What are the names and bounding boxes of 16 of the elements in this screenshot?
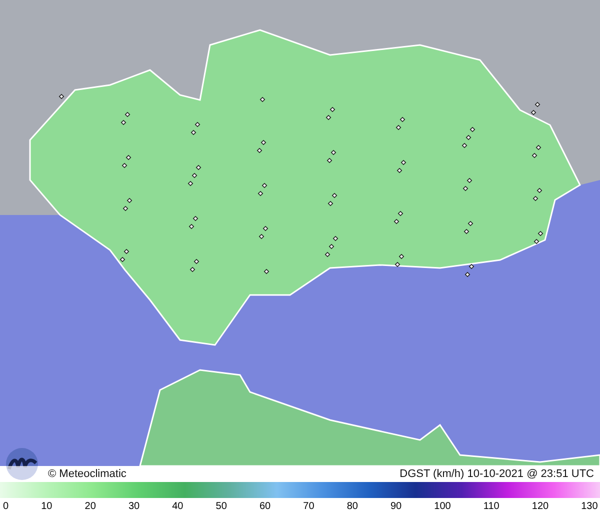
scale-label: 50 <box>216 501 227 512</box>
scale-label: 10 <box>41 501 52 512</box>
scale-label: 90 <box>390 501 402 512</box>
scale-label: 0 <box>3 501 9 512</box>
scale-label: 130 <box>581 501 598 512</box>
scale-label: 30 <box>128 501 140 512</box>
scale-label: 60 <box>259 501 271 512</box>
map-caption: DGST (km/h) 10-10-2021 @ 23:51 UTC <box>400 468 594 480</box>
scale-label: 80 <box>346 501 358 512</box>
scale-label: 70 <box>303 501 314 512</box>
credit-text: © Meteoclimatic <box>48 468 126 480</box>
scale-label: 20 <box>84 501 96 512</box>
scale-label: 100 <box>434 501 451 512</box>
scale-label: 40 <box>172 501 184 512</box>
scale-label: 120 <box>532 501 549 512</box>
scale-label: 110 <box>483 501 500 512</box>
